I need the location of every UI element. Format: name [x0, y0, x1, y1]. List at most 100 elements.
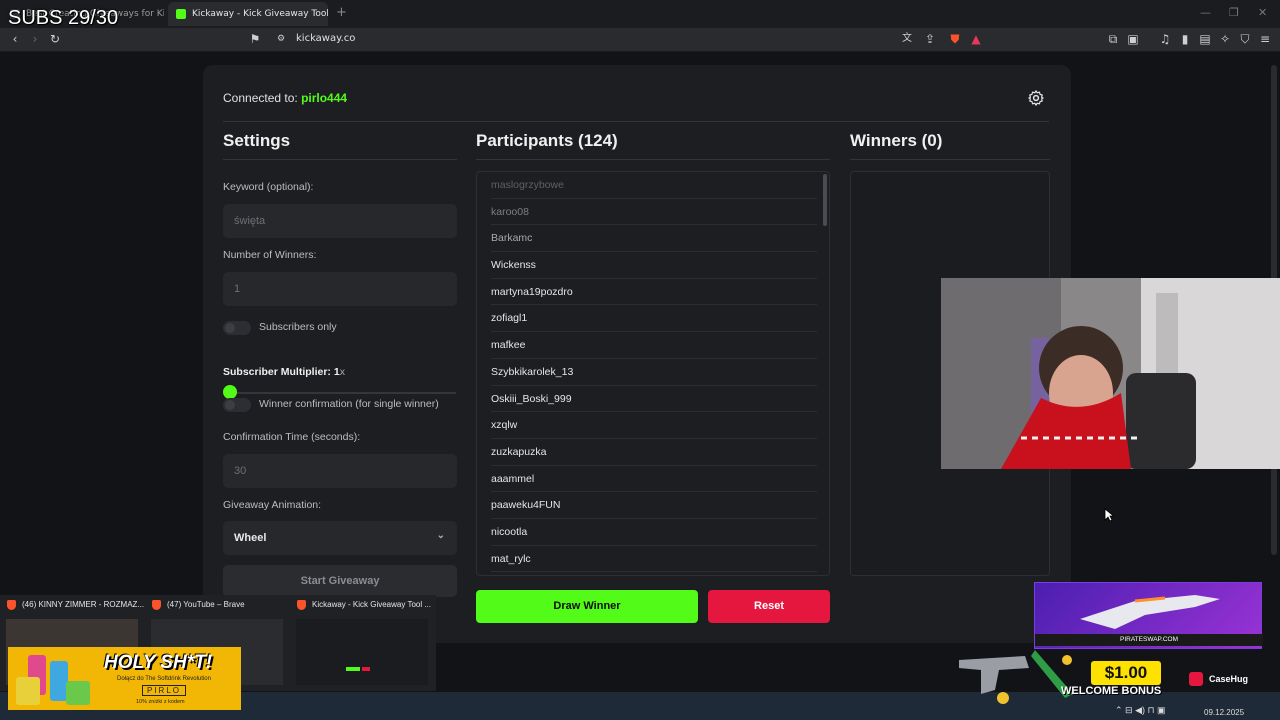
restore-icon[interactable]: ❐	[1229, 6, 1239, 19]
participant-row: mat_rylc	[491, 546, 817, 573]
participant-row: zofiagl1	[491, 305, 817, 333]
connected-prefix: Connected to:	[223, 91, 298, 105]
welcome-bonus-text: WELCOME BONUS	[1061, 685, 1162, 697]
winners-title: Winners (0)	[850, 131, 943, 150]
connection-status: Connected to: pirlo444	[223, 91, 347, 105]
holy-title: HOLY SH*T!	[104, 652, 213, 673]
draw-winner-button[interactable]: Draw Winner	[476, 590, 698, 623]
confirmation-time-label: Confirmation Time (seconds):	[223, 431, 361, 443]
new-tab-plus-icon[interactable]: +	[336, 5, 347, 20]
subs-counter-overlay: SUBS 29/30	[8, 7, 119, 29]
participant-row: xzqlw	[491, 412, 817, 439]
start-giveaway-button[interactable]: Start Giveaway	[223, 565, 457, 597]
connected-username: pirlo444	[301, 91, 348, 105]
mouse-cursor-icon	[1104, 508, 1114, 522]
participants-list[interactable]: maslogrzybowe karoo08 Barkamc Wickenss m…	[476, 171, 830, 576]
sidebar-icon[interactable]: ▮	[1178, 32, 1192, 46]
participant-row: mafkee	[491, 332, 817, 359]
skin-rifle-image	[1080, 595, 1220, 629]
preview-title: (47) YouTube – Brave	[167, 600, 245, 609]
reset-button[interactable]: Reset	[708, 590, 830, 623]
kick-favicon-icon	[176, 9, 186, 19]
confirmation-time-input[interactable]: 30	[223, 454, 457, 488]
participant-row: karoo08	[491, 199, 817, 226]
share-icon[interactable]: ⇪	[923, 32, 937, 46]
chevron-down-icon: ⌄	[436, 530, 445, 541]
holy-sponsor-banner: HOLY SH*T! Dołącz do The Softdrink Revol…	[8, 647, 241, 710]
participants-scrollbar[interactable]	[823, 174, 827, 226]
casehug-banner: $1.00 WELCOME BONUS CaseHug	[955, 650, 1265, 705]
preview-window-kickaway[interactable]: Kickaway - Kick Giveaway Tool ...	[290, 595, 434, 691]
winners-count-input[interactable]: 1	[223, 272, 457, 306]
extensions-icon[interactable]: ⧉	[1106, 32, 1120, 46]
preview-title: Kickaway - Kick Giveaway Tool ...	[312, 600, 432, 609]
subscribers-only-toggle[interactable]	[223, 321, 251, 335]
participant-row: Wickenss	[491, 252, 817, 279]
reload-icon[interactable]: ↻	[48, 32, 62, 46]
animation-label: Giveaway Animation:	[223, 499, 322, 511]
multiplier-slider-thumb[interactable]	[223, 385, 237, 399]
mini-reset-button	[362, 667, 370, 671]
bookmark-icon[interactable]: ⚑	[248, 32, 262, 46]
participant-row: Szybkikarolek_13	[491, 359, 817, 386]
brave-icon	[7, 600, 16, 610]
participant-row: zuzkapuzka	[491, 439, 817, 466]
address-bar[interactable]: kickaway.co	[296, 33, 355, 44]
preview-title: (46) KINNY ZIMMER - ROZMAZ...	[22, 600, 145, 609]
pirateswap-brand: PIRATESWAP.COM	[1035, 634, 1263, 646]
multiplier-text: Subscriber Multiplier: 1	[223, 366, 340, 378]
taskbar-date: 09.12.2025	[1204, 708, 1245, 717]
product-cans-image	[16, 655, 90, 705]
brave-icon	[152, 600, 161, 610]
subscribers-only-label: Subscribers only	[259, 321, 337, 333]
webcam-image	[941, 278, 1280, 469]
wallet-icon[interactable]: ▤	[1198, 32, 1212, 46]
winner-confirmation-toggle[interactable]	[223, 398, 251, 412]
holy-tagline: Dołącz do The Softdrink Revolution	[117, 676, 211, 682]
back-icon[interactable]: ‹	[8, 32, 22, 46]
multiplier-slider-track[interactable]	[230, 392, 456, 394]
vpn-icon[interactable]: ⛉	[1238, 32, 1252, 46]
holy-code: PIRLO	[142, 685, 187, 696]
multiplier-suffix: x	[339, 366, 345, 378]
casehug-logo-icon	[1189, 672, 1203, 686]
animation-select[interactable]: Wheel ⌄	[223, 521, 457, 555]
settings-title: Settings	[223, 131, 291, 150]
participant-row: martyna19pozdro	[491, 279, 817, 306]
participant-row: paaweku4FUN	[491, 492, 817, 519]
settings-underline	[223, 159, 457, 160]
bonus-amount: $1.00	[1091, 661, 1161, 685]
browser-tab-bar: Best Creating Giveaways for Ki Kickaway …	[0, 0, 1280, 28]
translate-icon[interactable]: 文	[900, 32, 914, 46]
casehug-brand: CaseHug	[1209, 674, 1249, 684]
participant-row: Oskiii_Boski_999	[491, 386, 817, 413]
screenshot-icon[interactable]: ▣	[1126, 32, 1140, 46]
participant-row: maslogrzybowe	[491, 172, 817, 199]
minimize-icon[interactable]: —	[1200, 6, 1211, 19]
system-tray-icons[interactable]: ⌃ ⊟ ◀) ⊓ ▣	[1115, 705, 1166, 716]
header-divider	[223, 121, 1049, 122]
browser-toolbar: ‹ › ↻ ⚑ ⚙ kickaway.co 文 ⇪ ⛊ ▲ ⧉ ▣ ♫ ▮ ▤ …	[0, 28, 1280, 52]
winners-underline	[850, 159, 1050, 160]
brave-rewards-icon[interactable]: ▲	[969, 32, 983, 46]
participants-title: Participants (124)	[476, 131, 618, 150]
keyword-input[interactable]: święta	[223, 204, 457, 238]
winner-confirmation-label: Winner confirmation (for single winner)	[259, 398, 439, 410]
participant-row: nicootla	[491, 519, 817, 546]
brave-shields-icon[interactable]: ⛊	[948, 32, 962, 46]
menu-icon[interactable]: ≡	[1258, 32, 1272, 46]
pirateswap-banner: PIRATESWAP.COM	[1034, 582, 1263, 649]
leo-ai-icon[interactable]: ✧	[1218, 32, 1232, 46]
site-info-icon[interactable]: ⚙	[274, 32, 288, 46]
keyword-label: Keyword (optional):	[223, 181, 314, 193]
settings-gear-icon[interactable]	[1027, 89, 1045, 107]
participant-row: Barkamc	[491, 225, 817, 253]
mini-draw-button	[346, 667, 360, 671]
media-icon[interactable]: ♫	[1158, 32, 1172, 46]
preview-thumbnail	[296, 619, 428, 685]
forward-icon[interactable]: ›	[28, 32, 42, 46]
close-window-icon[interactable]: ✕	[1258, 6, 1267, 19]
winners-count-label: Number of Winners:	[223, 249, 317, 261]
tab-kickaway[interactable]: Kickaway - Kick Giveaway Tool ✕	[168, 2, 328, 26]
holy-discount: 10% zniżki z kodem	[136, 699, 185, 705]
